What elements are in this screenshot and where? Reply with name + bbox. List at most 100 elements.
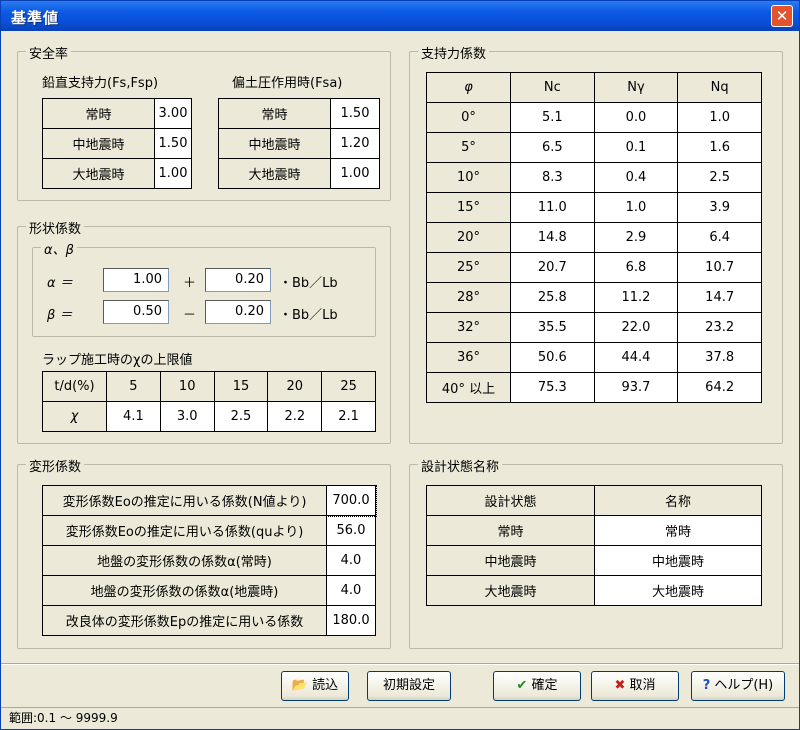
wrap-value-cell[interactable]: 2.5 [213,401,269,432]
bearing-value-cell[interactable]: 10.7 [677,252,762,283]
bearing-value-cell[interactable]: 20.7 [510,252,595,283]
bearing-value-cell[interactable]: 1.0 [593,192,679,223]
row-label: 中地震時 [42,128,155,159]
deform-label: 改良体の変形係数Epの推定に用いる係数 [42,605,327,636]
dialog-window: 基準値 ✕ 安全率 鉛直支持力(Fs,Fsp) 偏土圧作用時(Fsa) 常時 3.… [0,0,800,730]
bearing-header-cell: φ [426,72,511,103]
design-group-title: 設計状態名称 [418,456,503,475]
state-cell: 常時 [426,515,595,546]
bearing-value-cell[interactable]: 14.7 [677,282,762,313]
alpha-a-input[interactable]: 1.00 [103,268,169,292]
deform-value-cell[interactable]: 56.0 [326,515,376,546]
state-name-cell[interactable]: 大地震時 [594,575,762,606]
state-name-cell[interactable]: 常時 [594,515,762,546]
angle-cell: 32° [426,312,511,343]
wrap-header-cell: 5 [106,371,161,402]
lateral-value-cell[interactable]: 1.20 [330,128,380,159]
angle-cell: 5° [426,132,511,163]
bearing-value-cell[interactable]: 6.8 [593,252,679,283]
beta-suffix: ・Bb／Lb [279,308,338,323]
design-state-table: 設計状態 名称 常時 常時 中地震時 中地震時 大地震時 大地震時 [426,485,762,606]
bearing-value-cell[interactable]: 2.9 [593,222,679,253]
deform-group-title: 変形係数 [26,456,85,475]
design-header-cell: 名称 [594,485,762,516]
table-row: t/d(%) 5 10 15 20 25 [42,371,376,402]
deform-value-cell[interactable]: 180.0 [326,605,376,636]
question-icon: ? [702,678,711,693]
close-button[interactable]: ✕ [771,5,793,27]
bearing-value-cell[interactable]: 6.4 [677,222,762,253]
bearing-value-cell[interactable]: 22.0 [593,312,679,343]
bearing-value-cell[interactable]: 50.6 [510,342,595,373]
table-row: 32° 35.5 22.0 23.2 [426,312,762,343]
help-label: ヘルプ(H) [714,678,774,693]
bearing-value-cell[interactable]: 5.1 [510,102,595,133]
deform-value-cell[interactable]: 700.0 [325,484,377,517]
wrap-value-cell[interactable]: 2.2 [267,401,323,432]
bearing-value-cell[interactable]: 35.5 [510,312,595,343]
folder-icon: 📂 [291,678,309,693]
bearing-value-cell[interactable]: 6.5 [510,132,595,163]
alpha-operator: ＋ [183,276,197,291]
vertical-safety-table: 常時 3.00 中地震時 1.50 大地震時 1.00 [42,98,192,189]
bearing-value-cell[interactable]: 14.8 [510,222,595,253]
table-row: 10° 8.3 0.4 2.5 [426,162,762,193]
table-row: 大地震時 1.00 [42,158,192,189]
deform-value-cell[interactable]: 4.0 [326,575,376,606]
bearing-value-cell[interactable]: 23.2 [677,312,762,343]
table-row: χ 4.1 3.0 2.5 2.2 2.1 [42,401,376,432]
vertical-value-cell[interactable]: 3.00 [154,98,192,129]
beta-operator: － [183,308,197,323]
alpha-label: α ＝ [47,276,73,291]
bearing-value-cell[interactable]: 37.8 [677,342,762,373]
bearing-value-cell[interactable]: 0.1 [593,132,679,163]
angle-cell: 10° [426,162,511,193]
vertical-value-cell[interactable]: 1.00 [154,158,192,189]
bearing-value-cell[interactable]: 1.6 [677,132,762,163]
wrap-value-cell[interactable]: 2.1 [321,401,376,432]
bearing-value-cell[interactable]: 11.0 [510,192,595,223]
title-bar: 基準値 ✕ [1,1,799,31]
bearing-value-cell[interactable]: 0.4 [593,162,679,193]
bearing-value-cell[interactable]: 3.9 [677,192,762,223]
table-row: 0° 5.1 0.0 1.0 [426,102,762,133]
bearing-factor-group: 支持力係数 φ Nc Nγ Nq 0° 5.1 0.0 1.0 5° 6.5 0.1 1.6 1… [409,43,783,444]
load-button[interactable]: 📂 読込 [281,671,349,701]
help-button[interactable]: ? ヘルプ(H) [691,671,785,701]
state-cell: 中地震時 [426,545,595,576]
table-row: 変形係数Eoの推定に用いる係数(quより) 56.0 [42,515,376,546]
wrap-value-cell[interactable]: 4.1 [106,401,161,432]
chi-label: χ [42,401,107,432]
state-name-cell[interactable]: 中地震時 [594,545,762,576]
deform-value-cell[interactable]: 4.0 [326,545,376,576]
table-row: φ Nc Nγ Nq [426,72,762,103]
bearing-value-cell[interactable]: 8.3 [510,162,595,193]
safety-factor-group: 安全率 鉛直支持力(Fs,Fsp) 偏土圧作用時(Fsa) 常時 3.00 中地震… [17,43,391,201]
lateral-value-cell[interactable]: 1.00 [330,158,380,189]
beta-a-input[interactable]: 0.50 [103,300,169,324]
wrap-header-cell: t/d(%) [42,371,107,402]
bearing-value-cell[interactable]: 64.2 [677,372,762,403]
confirm-button[interactable]: ✔ 確定 [493,671,581,701]
bearing-value-cell[interactable]: 93.7 [593,372,679,403]
angle-cell: 20° [426,222,511,253]
deformation-group: 変形係数 変形係数Eoの推定に用いる係数(N値より) 700.0 変形係数Eoの推定… [17,456,391,649]
beta-b-input[interactable]: 0.20 [205,300,271,324]
bearing-value-cell[interactable]: 25.8 [510,282,595,313]
vertical-value-cell[interactable]: 1.50 [154,128,192,159]
alpha-suffix: ・Bb／Lb [279,276,338,291]
bearing-value-cell[interactable]: 0.0 [593,102,679,133]
lateral-value-cell[interactable]: 1.50 [330,98,380,129]
cancel-button[interactable]: ✖ 取消 [591,671,679,701]
bearing-value-cell[interactable]: 1.0 [677,102,762,133]
bearing-value-cell[interactable]: 44.4 [593,342,679,373]
row-label: 常時 [42,98,155,129]
bearing-value-cell[interactable]: 75.3 [510,372,595,403]
table-row: 地盤の変形係数の係数α(地震時) 4.0 [42,575,376,606]
alpha-b-input[interactable]: 0.20 [205,268,271,292]
bearing-value-cell[interactable]: 11.2 [593,282,679,313]
wrap-value-cell[interactable]: 3.0 [159,401,215,432]
confirm-label: 確定 [531,678,558,693]
initial-settings-button[interactable]: 初期設定 [367,671,451,701]
bearing-value-cell[interactable]: 2.5 [677,162,762,193]
